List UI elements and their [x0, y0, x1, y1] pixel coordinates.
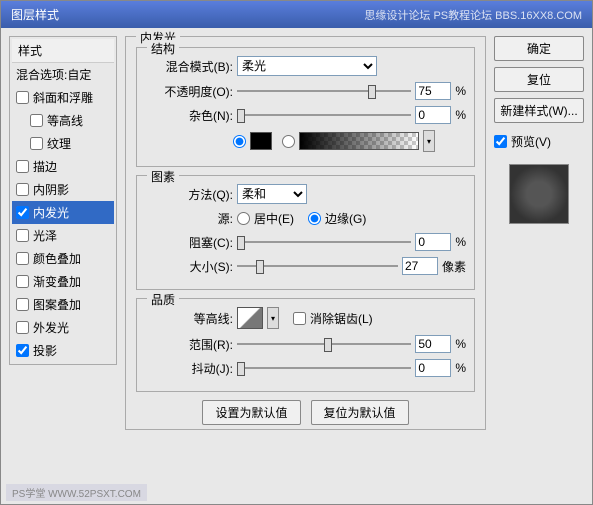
style-item-label: 描边 [33, 158, 57, 175]
style-item-8[interactable]: 渐变叠加 [12, 270, 114, 293]
style-checkbox[interactable] [16, 206, 29, 219]
style-item-7[interactable]: 颜色叠加 [12, 247, 114, 270]
structure-group: 结构 混合模式(B): 柔光 不透明度(O): % 杂色(N): [136, 47, 475, 167]
style-item-label: 内发光 [33, 204, 69, 221]
preview-checkbox[interactable] [494, 135, 507, 148]
antialias-checkbox[interactable] [293, 312, 306, 325]
style-item-4[interactable]: 内阴影 [12, 178, 114, 201]
jitter-label: 抖动(J): [145, 360, 233, 377]
layer-style-dialog: 图层样式 思缘设计论坛 PS教程论坛 BBS.16XX8.COM 样式 混合选项… [0, 0, 593, 505]
source-edge-radio[interactable] [308, 212, 321, 225]
styles-header[interactable]: 样式 [12, 39, 114, 63]
new-style-button[interactable]: 新建样式(W)... [494, 98, 584, 123]
style-item-label: 光泽 [33, 227, 57, 244]
contour-dropdown-icon[interactable]: ▾ [267, 307, 279, 329]
style-checkbox[interactable] [16, 275, 29, 288]
style-item-label: 渐变叠加 [33, 273, 81, 290]
watermark: PS学堂 WWW.52PSXT.COM [6, 484, 147, 501]
reset-button[interactable]: 复位 [494, 67, 584, 92]
style-checkbox[interactable] [16, 91, 29, 104]
jitter-input[interactable] [415, 359, 451, 377]
opacity-input[interactable] [415, 82, 451, 100]
style-item-label: 投影 [33, 342, 57, 359]
source-label: 源: [145, 210, 233, 227]
preview-thumbnail [509, 164, 569, 224]
blend-options-item[interactable]: 混合选项:自定 [12, 63, 114, 86]
jitter-slider[interactable] [237, 359, 411, 377]
size-label: 大小(S): [145, 258, 233, 275]
style-checkbox[interactable] [16, 160, 29, 173]
quality-group: 品质 等高线: ▾ 消除锯齿(L) 范围(R): % [136, 298, 475, 392]
choke-label: 阻塞(C): [145, 234, 233, 251]
style-checkbox[interactable] [16, 344, 29, 357]
style-item-2[interactable]: 纹理 [12, 132, 114, 155]
style-item-label: 内阴影 [33, 181, 69, 198]
noise-label: 杂色(N): [145, 107, 233, 124]
style-item-9[interactable]: 图案叠加 [12, 293, 114, 316]
style-item-label: 图案叠加 [33, 296, 81, 313]
preview-label: 预览(V) [511, 133, 551, 150]
style-item-10[interactable]: 外发光 [12, 316, 114, 339]
color-radio[interactable] [233, 135, 246, 148]
elements-group: 图素 方法(Q): 柔和 源: 居中(E) 边缘(G) [136, 175, 475, 290]
style-checkbox[interactable] [16, 252, 29, 265]
blend-mode-select[interactable]: 柔光 [237, 56, 377, 76]
source-center-radio[interactable] [237, 212, 250, 225]
gradient-radio[interactable] [282, 135, 295, 148]
titlebar: 图层样式 思缘设计论坛 PS教程论坛 BBS.16XX8.COM [1, 1, 592, 28]
range-slider[interactable] [237, 335, 411, 353]
title-text: 图层样式 [11, 6, 59, 23]
style-checkbox[interactable] [30, 114, 43, 127]
size-slider[interactable] [237, 257, 398, 275]
style-item-label: 外发光 [33, 319, 69, 336]
noise-slider[interactable] [237, 106, 411, 124]
reset-default-button[interactable]: 复位为默认值 [311, 400, 409, 425]
style-item-label: 颜色叠加 [33, 250, 81, 267]
style-item-6[interactable]: 光泽 [12, 224, 114, 247]
method-select[interactable]: 柔和 [237, 184, 307, 204]
style-checkbox[interactable] [16, 298, 29, 311]
titlebar-watermark: 思缘设计论坛 PS教程论坛 BBS.16XX8.COM [364, 7, 582, 23]
choke-input[interactable] [415, 233, 451, 251]
opacity-slider[interactable] [237, 82, 411, 100]
make-default-button[interactable]: 设置为默认值 [202, 400, 300, 425]
blend-mode-label: 混合模式(B): [145, 58, 233, 75]
style-item-3[interactable]: 描边 [12, 155, 114, 178]
center-panel: 内发光 结构 混合模式(B): 柔光 不透明度(O): % 杂色(N): [125, 36, 486, 496]
style-item-1[interactable]: 等高线 [12, 109, 114, 132]
style-item-label: 斜面和浮雕 [33, 89, 93, 106]
style-checkbox[interactable] [16, 183, 29, 196]
style-item-0[interactable]: 斜面和浮雕 [12, 86, 114, 109]
style-checkbox[interactable] [16, 321, 29, 334]
range-label: 范围(R): [145, 336, 233, 353]
range-input[interactable] [415, 335, 451, 353]
content: 样式 混合选项:自定 斜面和浮雕等高线纹理描边内阴影内发光光泽颜色叠加渐变叠加图… [1, 28, 592, 504]
style-item-11[interactable]: 投影 [12, 339, 114, 362]
style-checkbox[interactable] [30, 137, 43, 150]
style-checkbox[interactable] [16, 229, 29, 242]
styles-panel: 样式 混合选项:自定 斜面和浮雕等高线纹理描边内阴影内发光光泽颜色叠加渐变叠加图… [9, 36, 117, 496]
noise-input[interactable] [415, 106, 451, 124]
gradient-dropdown-icon[interactable]: ▾ [423, 130, 435, 152]
size-input[interactable] [402, 257, 438, 275]
ok-button[interactable]: 确定 [494, 36, 584, 61]
opacity-label: 不透明度(O): [145, 83, 233, 100]
color-swatch[interactable] [250, 132, 272, 150]
style-item-label: 等高线 [47, 112, 83, 129]
style-item-label: 纹理 [47, 135, 71, 152]
method-label: 方法(Q): [145, 186, 233, 203]
choke-slider[interactable] [237, 233, 411, 251]
contour-swatch[interactable] [237, 307, 263, 329]
contour-label: 等高线: [145, 310, 233, 327]
gradient-swatch[interactable] [299, 132, 419, 150]
right-panel: 确定 复位 新建样式(W)... 预览(V) [494, 36, 584, 496]
style-item-5[interactable]: 内发光 [12, 201, 114, 224]
